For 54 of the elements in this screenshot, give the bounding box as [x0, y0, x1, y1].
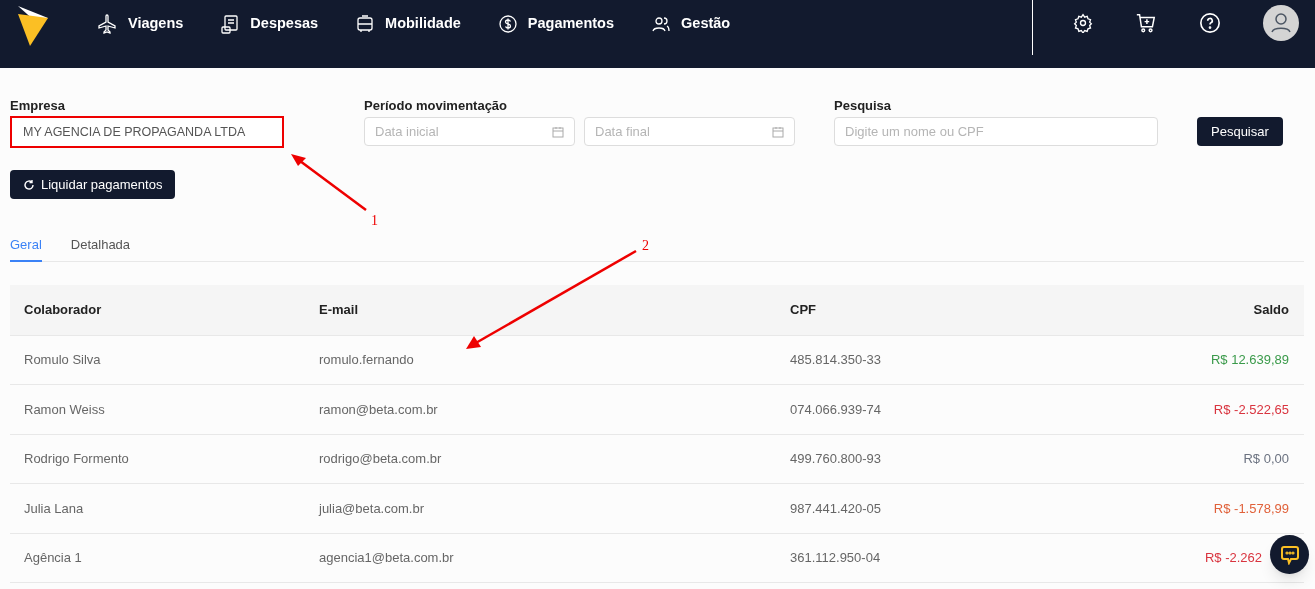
table-cell: rodrigo@beta.com.br	[319, 434, 790, 484]
column-header: Colaborador	[10, 285, 319, 335]
table-cell: 499.760.800-93	[790, 434, 1090, 484]
bus-icon	[355, 14, 376, 34]
field-label: Empresa	[10, 97, 66, 115]
field-label: Período movimentação	[364, 97, 509, 115]
avatar-icon[interactable]	[1263, 5, 1299, 41]
calendar-icon	[772, 125, 784, 138]
nav-item[interactable]: Viagens	[98, 13, 184, 35]
table-cell: ramon@beta.com.br	[319, 384, 790, 434]
table-cell: R$ 0,00	[1243, 451, 1289, 466]
dollar-icon	[497, 14, 518, 34]
column-header: CPF	[790, 285, 1090, 335]
table-cell: julia@beta.com.br	[319, 483, 790, 533]
chat-icon	[1279, 544, 1300, 565]
nav-item[interactable]: Pagamentos	[497, 13, 615, 35]
table-cell: Ramon Weiss	[10, 384, 319, 434]
help-icon[interactable]	[1199, 12, 1221, 34]
search-field[interactable]: Digite um nome ou CPF	[834, 117, 1158, 146]
table-cell: romulo.fernando	[319, 335, 790, 385]
nav-item[interactable]: Gestão	[651, 13, 731, 35]
refresh-icon	[23, 178, 35, 191]
table-cell: R$ -2.522,65	[1213, 401, 1289, 417]
column-header: Saldo	[1090, 285, 1304, 335]
nav-item[interactable]: Despesas	[220, 13, 319, 35]
liquidar-button[interactable]: Liquidar pagamentos	[10, 170, 176, 199]
table-cell: Agência 1	[10, 533, 319, 583]
table-cell: R$ -2.262	[1204, 550, 1262, 565]
logo-icon[interactable]	[18, 6, 48, 46]
table-cell: 987.441.420-05	[790, 483, 1090, 533]
table-cell: 361.112.950-04	[790, 533, 1090, 583]
tab[interactable]: Detalhada	[70, 229, 131, 262]
annotation-label: 1	[371, 212, 378, 230]
table-cell: Romulo Silva	[10, 335, 319, 385]
calendar-icon	[552, 125, 564, 138]
column-header: E-mail	[319, 285, 790, 335]
settings-icon[interactable]	[1073, 13, 1093, 33]
annotation-label: 2	[642, 237, 649, 255]
tab[interactable]: Geral	[10, 229, 42, 262]
nav-item[interactable]: Mobilidade	[355, 13, 461, 35]
field-label: Pesquisa	[834, 97, 893, 115]
table-cell: agencia1@beta.com.br	[319, 533, 790, 583]
table-cell: 485.814.350-33	[790, 335, 1090, 385]
receipt-icon	[220, 14, 241, 34]
table-cell: R$ -1.578,99	[1213, 500, 1289, 516]
table-cell: 074.066.939-74	[790, 384, 1090, 434]
search-button[interactable]: Pesquisar	[1197, 117, 1283, 146]
table-cell: R$ 12.639,89	[1210, 352, 1289, 367]
users-icon	[651, 14, 672, 34]
table-cell: Julia Lana	[10, 483, 319, 533]
cart-plus-icon[interactable]	[1135, 12, 1157, 34]
table-cell: Rodrigo Formento	[10, 434, 319, 484]
plane-icon	[98, 14, 118, 34]
company-field[interactable]: MY AGENCIA DE PROPAGANDA LTDA	[10, 116, 284, 148]
